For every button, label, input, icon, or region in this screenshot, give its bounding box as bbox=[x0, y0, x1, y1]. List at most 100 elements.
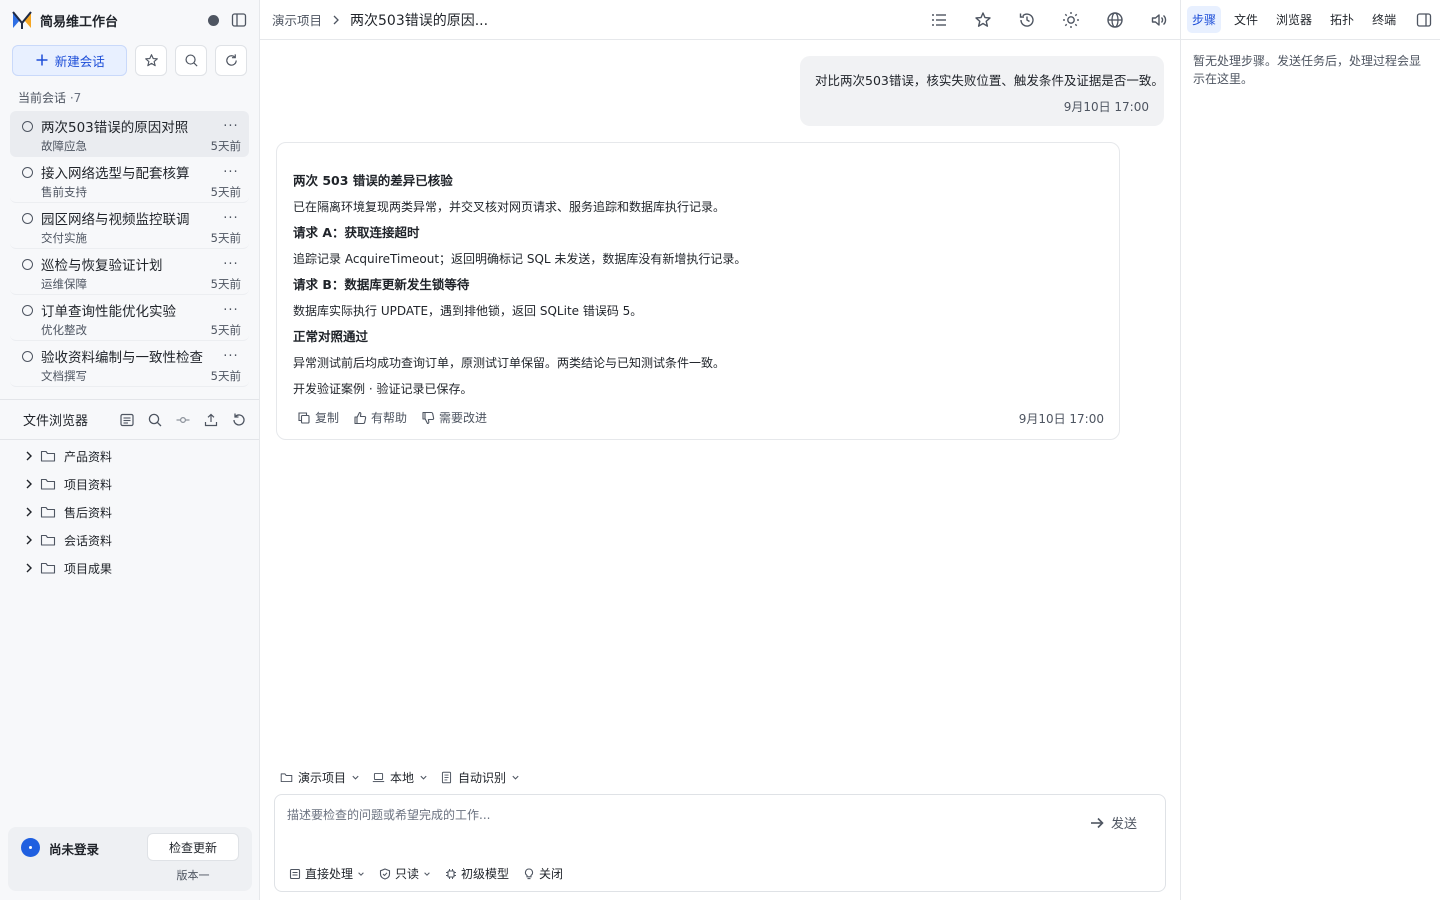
more-icon[interactable]: ··· bbox=[221, 119, 241, 134]
session-time: 5天前 bbox=[210, 323, 241, 337]
detect-selector[interactable]: 自动识别 bbox=[440, 769, 520, 786]
session-title: 巡检与恢复验证计划 bbox=[41, 258, 163, 274]
reply-actions: 复制 有帮助 需要改进 bbox=[297, 409, 487, 426]
session-tag: 故障应急 bbox=[41, 139, 87, 153]
page-title: 两次503错误的原因... bbox=[350, 12, 489, 29]
thumbs-up-icon bbox=[354, 411, 367, 424]
refresh-button[interactable] bbox=[215, 44, 248, 76]
folder-icon bbox=[40, 478, 56, 490]
collapse-sidebar-icon[interactable] bbox=[231, 12, 247, 28]
copy-icon bbox=[298, 411, 310, 424]
session-status-icon bbox=[22, 120, 33, 132]
session-item[interactable]: 两次503错误的原因对照 ··· 故障应急 5天前 bbox=[10, 111, 249, 157]
session-item[interactable]: 接入网络选型与配套核算 ··· 售前支持 5天前 bbox=[10, 157, 249, 203]
message-input[interactable] bbox=[287, 808, 1067, 822]
model-selector[interactable]: 初级模型 bbox=[445, 865, 509, 882]
tab-topology[interactable]: 拓扑 bbox=[1325, 6, 1359, 33]
permission-label: 只读 bbox=[395, 867, 420, 881]
chevron-right-icon bbox=[26, 535, 32, 545]
session-title: 两次503错误的原因对照 bbox=[41, 120, 189, 136]
globe-icon[interactable] bbox=[1106, 11, 1124, 29]
tab-terminal[interactable]: 终端 bbox=[1367, 6, 1401, 33]
location-selector[interactable]: 本地 bbox=[372, 769, 428, 786]
copy-button[interactable]: 复制 bbox=[297, 409, 339, 426]
more-icon[interactable]: ··· bbox=[221, 211, 241, 226]
chevron-down-icon bbox=[420, 775, 427, 780]
composer-tools: 直接处理 只读 初级模型 关闭 bbox=[289, 865, 563, 882]
tab-steps[interactable]: 步骤 bbox=[1187, 6, 1222, 33]
helpful-button[interactable]: 有帮助 bbox=[353, 409, 407, 426]
session-status-icon bbox=[22, 212, 33, 224]
volume-icon[interactable] bbox=[1150, 11, 1168, 29]
breadcrumb-root[interactable]: 演示项目 bbox=[272, 10, 322, 29]
session-item[interactable]: 订单查询性能优化实验 ··· 优化整改 5天前 bbox=[10, 295, 249, 341]
session-time: 5天前 bbox=[210, 231, 241, 245]
refresh-files-icon[interactable] bbox=[231, 412, 247, 428]
user-message-time: 9月10日 17:00 bbox=[1063, 100, 1149, 114]
tab-browser[interactable]: 浏览器 bbox=[1271, 6, 1317, 33]
main-area: 演示项目 两次503错误的原因... 对比两次503错误，核实失败位置、触发条件… bbox=[260, 0, 1180, 900]
tab-files[interactable]: 文件 bbox=[1229, 6, 1263, 33]
session-status-icon bbox=[22, 258, 33, 270]
user-message-text: 对比两次503错误，核实失败位置、触发条件及证据是否一致。 bbox=[815, 73, 1164, 88]
upload-icon[interactable] bbox=[203, 412, 219, 428]
idea-toggle[interactable]: 关闭 bbox=[523, 865, 563, 882]
folder-item[interactable]: 产品资料 bbox=[0, 442, 259, 470]
status-dot-icon[interactable] bbox=[208, 14, 219, 26]
folder-item[interactable]: 项目资料 bbox=[0, 470, 259, 498]
file-search-icon[interactable] bbox=[147, 412, 163, 428]
session-time: 5天前 bbox=[210, 139, 241, 153]
file-browser-title: 文件浏览器 bbox=[23, 414, 89, 429]
model-label: 初级模型 bbox=[461, 867, 510, 881]
sun-icon[interactable] bbox=[1062, 11, 1080, 29]
history-icon[interactable] bbox=[1018, 11, 1036, 29]
more-icon[interactable]: ··· bbox=[221, 165, 241, 180]
search-icon bbox=[185, 53, 198, 67]
folder-item[interactable]: 会话资料 bbox=[0, 526, 259, 554]
folder-item[interactable]: 售后资料 bbox=[0, 498, 259, 526]
permission-selector[interactable]: 只读 bbox=[379, 865, 431, 882]
more-icon[interactable]: ··· bbox=[221, 349, 241, 364]
arrow-right-icon bbox=[1090, 817, 1104, 828]
brand-logo-icon bbox=[12, 11, 32, 29]
session-item[interactable]: 巡检与恢复验证计划 ··· 运维保障 5天前 bbox=[10, 249, 249, 295]
folder-item[interactable]: 项目成果 bbox=[0, 554, 259, 582]
more-icon[interactable]: ··· bbox=[221, 257, 241, 272]
mode-selector[interactable]: 直接处理 bbox=[289, 865, 365, 882]
star-icon[interactable] bbox=[974, 11, 992, 29]
session-title: 园区网络与视频监控联调 bbox=[41, 212, 190, 228]
session-time: 5天前 bbox=[210, 369, 241, 383]
session-item[interactable]: 园区网络与视频监控联调 ··· 交付实施 5天前 bbox=[10, 203, 249, 249]
session-time: 5天前 bbox=[210, 277, 241, 291]
document-icon bbox=[289, 868, 301, 879]
check-update-button[interactable]: 检查更新 bbox=[147, 833, 239, 861]
session-time: 5天前 bbox=[210, 185, 241, 199]
composer: 发送 直接处理 只读 初级模型 关闭 bbox=[274, 794, 1166, 892]
list-icon[interactable] bbox=[930, 11, 948, 29]
search-button[interactable] bbox=[175, 44, 208, 76]
send-button[interactable]: 发送 bbox=[1089, 813, 1137, 832]
top-bar: 演示项目 两次503错误的原因... bbox=[260, 0, 1180, 40]
chip-icon bbox=[446, 868, 457, 879]
more-icon[interactable]: ··· bbox=[221, 303, 241, 318]
file-list-icon[interactable] bbox=[119, 412, 135, 428]
toggle-panel-icon[interactable] bbox=[1416, 12, 1432, 28]
shield-icon bbox=[379, 867, 391, 880]
commit-icon[interactable] bbox=[175, 412, 191, 428]
user-name[interactable]: 尚未登录 bbox=[49, 839, 99, 858]
favorites-button[interactable] bbox=[135, 44, 168, 76]
assistant-reply: 两次 503 错误的差异已核验 已在隔离环境复现两类异常，并交叉核对网页请求、服… bbox=[276, 142, 1120, 440]
new-chat-button[interactable]: 新建会话 bbox=[12, 44, 128, 76]
session-tag: 运维保障 bbox=[41, 277, 87, 291]
session-item[interactable]: 验收资料编制与一致性检查 ··· 文档撰写 5天前 bbox=[10, 341, 249, 387]
improve-button[interactable]: 需要改进 bbox=[421, 409, 487, 426]
file-tree: 产品资料 项目资料 售后资料 会话资料 项目成果 bbox=[0, 440, 259, 582]
file-browser-header: 文件浏览器 bbox=[0, 400, 259, 440]
improve-label: 需要改进 bbox=[439, 411, 488, 425]
project-selector[interactable]: 演示项目 bbox=[280, 769, 360, 786]
avatar[interactable] bbox=[21, 838, 40, 857]
folder-label: 项目资料 bbox=[64, 477, 113, 492]
laptop-icon bbox=[372, 772, 385, 783]
sessions-label: 当前会话 bbox=[18, 91, 67, 105]
reply-heading: 两次 503 错误的差异已核验 bbox=[293, 173, 453, 188]
